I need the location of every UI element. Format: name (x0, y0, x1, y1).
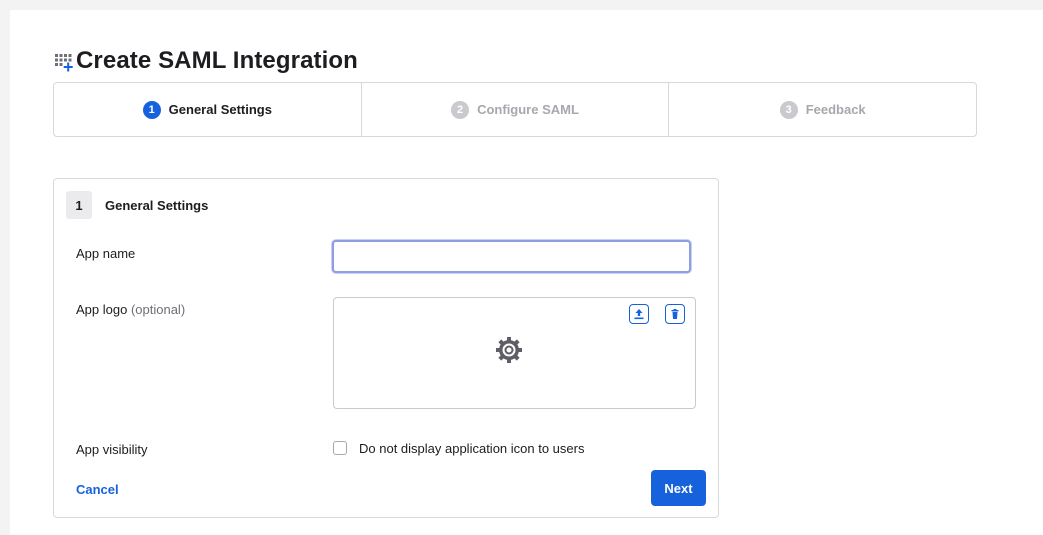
next-button[interactable]: Next (651, 470, 706, 506)
upload-logo-button[interactable] (629, 304, 649, 324)
step-number: 1 (142, 100, 161, 119)
optional-hint: (optional) (130, 302, 186, 317)
step-number: 2 (451, 100, 470, 119)
page-header: Create SAML Integration (54, 44, 358, 78)
general-settings-card: 1 General Settings App name App logo (op… (53, 178, 719, 518)
section-header: 1 General Settings (66, 191, 208, 219)
step-general-settings: 1 General Settings (54, 83, 362, 136)
progress-stepper: 1 General Settings 2 Configure SAML 3 Fe… (53, 82, 977, 137)
app-name-input[interactable] (332, 240, 691, 273)
apps-add-icon (55, 54, 73, 72)
hide-icon-checkbox[interactable] (333, 441, 347, 455)
delete-logo-button[interactable] (665, 304, 685, 324)
step-number: 3 (779, 100, 798, 119)
upload-icon (634, 309, 644, 320)
cancel-link[interactable]: Cancel (76, 482, 119, 497)
app-logo-label-text: App logo (76, 302, 128, 317)
page-title: Create SAML Integration (76, 47, 358, 74)
app-visibility-label: App visibility (76, 442, 148, 457)
step-configure-saml: 2 Configure SAML (362, 83, 670, 136)
step-label: Configure SAML (477, 102, 579, 117)
page: Create SAML Integration 1 General Settin… (10, 10, 1043, 535)
app-name-label: App name (76, 246, 136, 261)
gear-icon (496, 337, 522, 363)
step-label: Feedback (805, 102, 866, 117)
app-logo-dropzone[interactable] (333, 297, 696, 409)
hide-icon-checkbox-label[interactable]: Do not display application icon to users (359, 441, 584, 456)
section-number: 1 (66, 191, 92, 219)
trash-icon (671, 309, 679, 319)
app-logo-label: App logo (optional) (76, 302, 185, 317)
section-title: General Settings (105, 197, 209, 213)
step-label: General Settings (168, 102, 272, 117)
step-feedback: 3 Feedback (669, 83, 976, 136)
